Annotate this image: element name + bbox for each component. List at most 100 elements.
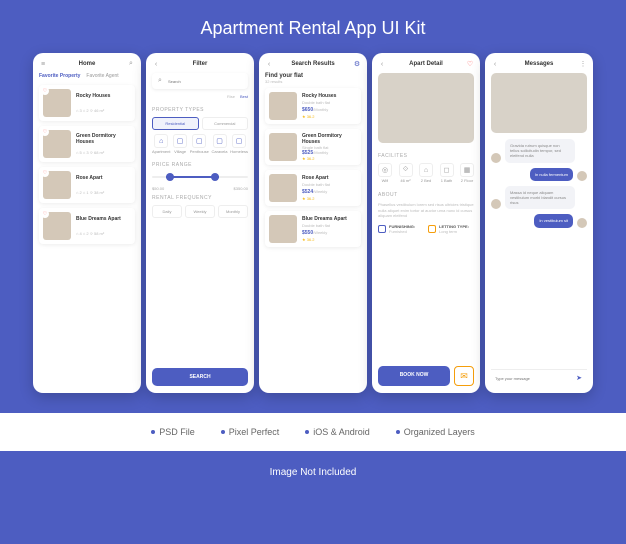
result-card[interactable]: Green Dormitory HousesSingle bath flat$5… (265, 129, 361, 165)
prop-subtype[interactable]: ▢Penthouse (190, 134, 209, 154)
message-input[interactable] (495, 376, 571, 381)
chat-button[interactable]: ✉ (454, 366, 474, 386)
message-row: Gravida rutrum quisque non tellus sollic… (491, 139, 587, 163)
freq-daily[interactable]: Daily (152, 205, 182, 218)
rating: ★ 36.2 (302, 237, 357, 242)
facility-item: ⌂2 Bed (419, 163, 433, 183)
box-icon (428, 225, 436, 233)
heart-icon[interactable]: ♡ (41, 128, 49, 136)
screen-title: Apart Detail (409, 61, 443, 67)
back-icon[interactable]: ‹ (265, 60, 273, 68)
prop-subtype[interactable]: ▢Caravela (212, 134, 228, 154)
freq-weekly[interactable]: Weekly (185, 205, 215, 218)
building-icon: ▢ (213, 134, 227, 148)
screen-results: ‹ Search Results ⚙ Find your flat 32 res… (259, 53, 367, 393)
feature-item: PSD File (151, 427, 195, 437)
building-icon: ▢ (232, 134, 246, 148)
avatar (491, 199, 501, 209)
back-icon[interactable]: ‹ (491, 60, 499, 68)
property-sub: Double bath flat (302, 182, 357, 187)
sort-rise[interactable]: Rise (227, 94, 235, 99)
menu-icon[interactable]: ≡ (39, 60, 47, 68)
building-icon: ⌂ (154, 134, 168, 148)
rating: ★ 36.2 (302, 196, 357, 201)
property-card[interactable]: ♡ Green Dormitory Houses ⌂ 5 ⌂ 3 ⟐ 68 m² (39, 126, 135, 162)
about-text: Phasellus vestibulum lorem sed risus ult… (378, 202, 474, 219)
property-meta: ⌂ 5 ⌂ 3 ⟐ 68 m² (76, 150, 131, 155)
price: $650 (302, 107, 313, 113)
thumb-image (269, 133, 297, 161)
facility-item: ◻1 Bath (440, 163, 454, 183)
result-card[interactable]: Blue Dreams ApartDouble bath flat$550/We… (265, 211, 361, 247)
screen-title: Messages (525, 61, 554, 67)
tab-fav-property[interactable]: Favorite Property (39, 73, 80, 79)
property-card[interactable]: ♡Rose Apart⌂ 2 ⌂ 1 ⟐ 38 m² (39, 167, 135, 203)
tab-fav-agent[interactable]: Favorite Agent (86, 73, 118, 79)
result-card[interactable]: Rocky HousesDouble bath flat$650/Monthly… (265, 88, 361, 124)
property-meta: ⌂ 2 ⌂ 1 ⟐ 38 m² (76, 190, 131, 195)
thumb-image (269, 215, 297, 243)
property-name: Green Dormitory Houses (302, 133, 357, 145)
heart-icon[interactable]: ♡ (41, 210, 49, 218)
facility-icon: ▦ (460, 163, 474, 177)
search-icon[interactable]: ⌕ (127, 60, 135, 68)
rating: ★ 36.2 (302, 114, 357, 119)
property-sub: Double bath flat (302, 100, 357, 105)
price: $550 (302, 230, 313, 236)
section-label: PROPERTY TYPES (152, 107, 248, 113)
footer-note: Image Not Included (270, 467, 357, 478)
message-row: Massa id neque aliquam vestibulum morbi … (491, 186, 587, 210)
prop-subtype[interactable]: ⌂Apartment (152, 134, 170, 154)
price-slider[interactable] (152, 172, 248, 182)
sort-best[interactable]: Best (240, 94, 248, 99)
heart-icon[interactable]: ♡ (41, 87, 49, 95)
send-icon[interactable]: ➤ (575, 374, 583, 382)
search-bar[interactable]: ⌕ (152, 73, 248, 89)
filter-icon[interactable]: ⚙ (353, 60, 361, 68)
freq-monthly[interactable]: Monthly (218, 205, 248, 218)
section-label: RENTAL FREQUENCY (152, 195, 248, 201)
building-icon: ▢ (192, 134, 206, 148)
property-card[interactable]: ♡Blue Dreams Apart⌂ 4 ⌂ 2 ⟐ 58 m² (39, 208, 135, 244)
back-icon[interactable]: ‹ (152, 60, 160, 68)
property-card[interactable]: ♡Rocky Houses⌂ 3 ⌂ 2 ⟐ 46 m² (39, 85, 135, 121)
hero-image (491, 73, 587, 133)
rating: ★ 36.2 (302, 156, 357, 161)
prop-subtype[interactable]: ▢Village (173, 134, 187, 154)
facility-item: ◎Wifi (378, 163, 392, 183)
facility-icon: ⌂ (419, 163, 433, 177)
chip-residential[interactable]: Residential (152, 117, 199, 130)
screen-title: Filter (193, 61, 208, 67)
screen-title: Home (79, 61, 96, 67)
prop-subtype[interactable]: ▢Homeless (230, 134, 248, 154)
chip-commercial[interactable]: Commercial (202, 117, 249, 130)
screen-filter: ‹ Filter ⌕ Rise Best PROPERTY TYPES Resi… (146, 53, 254, 393)
page-title: Apartment Rental App UI Kit (200, 18, 425, 39)
building-icon: ▢ (173, 134, 187, 148)
property-name: Blue Dreams Apart (302, 216, 357, 222)
property-name: Green Dormitory Houses (76, 133, 131, 145)
property-name: Rocky Houses (302, 93, 357, 99)
message-bubble: Gravida rutrum quisque non tellus sollic… (505, 139, 575, 163)
heart-icon[interactable]: ♡ (466, 60, 474, 68)
results-count: 32 results (265, 79, 361, 84)
result-card[interactable]: Rose ApartDouble bath flat$524/Weekly★ 3… (265, 170, 361, 206)
section-label: ABOUT (378, 192, 474, 198)
thumb-image (269, 92, 297, 120)
avatar (577, 218, 587, 228)
property-name: Blue Dreams Apart (76, 216, 131, 222)
more-icon[interactable]: ⋮ (579, 60, 587, 68)
thumb-image (269, 174, 297, 202)
letting-row: LETTING TYPE:Long term (428, 224, 474, 234)
search-button[interactable]: SEARCH (152, 368, 248, 386)
phone-mockups: ≡ Home ⌕ Favorite Property Favorite Agen… (33, 53, 593, 393)
screen-title: Search Results (291, 61, 334, 67)
avatar (491, 153, 501, 163)
features-bar: PSD File Pixel Perfect iOS & Android Org… (0, 413, 626, 451)
back-icon[interactable]: ‹ (378, 60, 386, 68)
section-label: PRICE RANGE (152, 162, 248, 168)
search-input[interactable] (168, 79, 244, 84)
book-button[interactable]: BOOK NOW (378, 366, 450, 386)
facility-icon: ⟐ (399, 163, 413, 177)
heart-icon[interactable]: ♡ (41, 169, 49, 177)
